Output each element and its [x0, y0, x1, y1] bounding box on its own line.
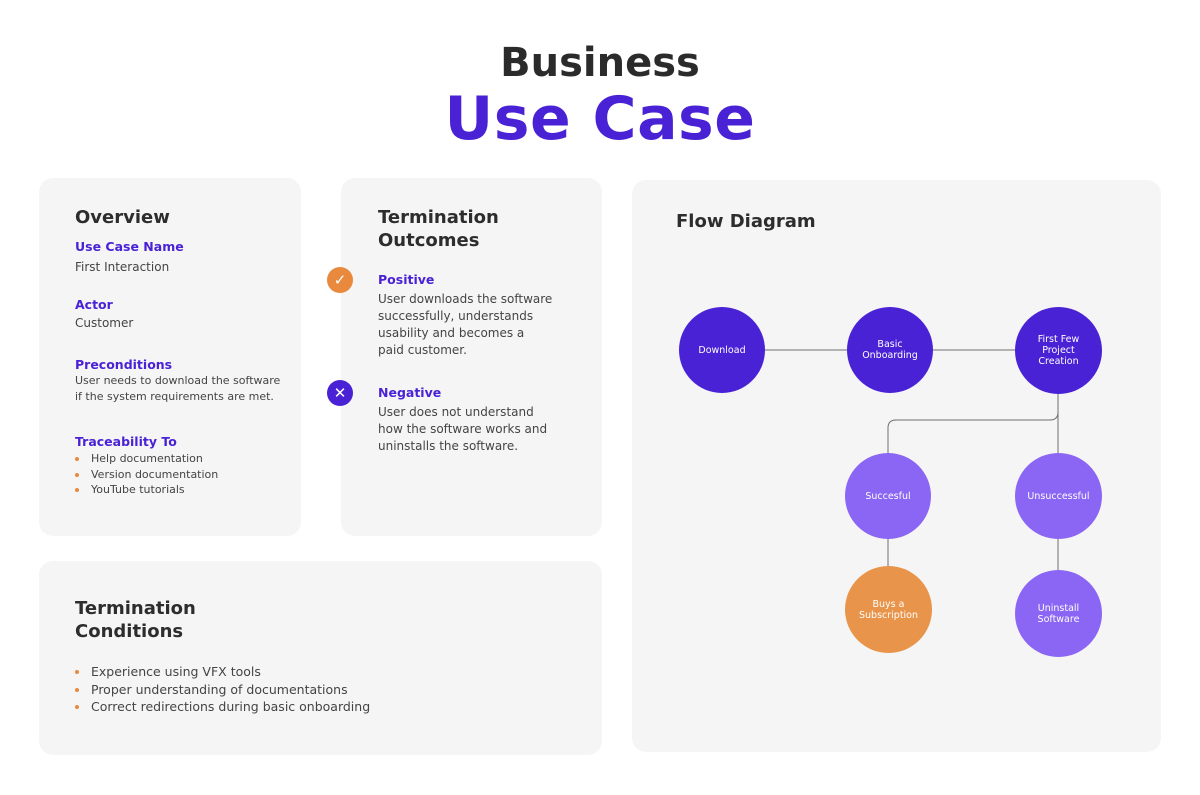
node-label: Buys a — [872, 598, 905, 610]
node-label: Creation — [1038, 356, 1079, 367]
node-first-few-project-creation: First Few Project Creation — [1015, 307, 1102, 394]
node-unsuccessful: Unsuccessful — [1015, 453, 1102, 539]
node-basic-onboarding: Basic Onboarding — [847, 307, 933, 393]
node-uninstall-software: Uninstall Software — [1015, 570, 1102, 657]
node-label: Software — [1037, 613, 1080, 625]
node-successful: Succesful — [845, 453, 931, 539]
node-label: Project — [1042, 345, 1075, 356]
node-label: Basic — [877, 339, 903, 350]
node-label: Unsuccessful — [1027, 490, 1090, 502]
node-label: First Few — [1037, 334, 1080, 345]
node-label: Onboarding — [862, 350, 918, 361]
node-label: Download — [698, 344, 746, 356]
node-label: Uninstall — [1037, 602, 1080, 614]
edge-firstfew-successful — [887, 394, 1059, 453]
flow-edges — [765, 349, 1059, 570]
node-label: Succesful — [865, 490, 911, 502]
node-label: Subscription — [858, 609, 919, 621]
node-buys-subscription: Buys a Subscription — [845, 566, 932, 653]
node-download: Download — [679, 307, 765, 393]
